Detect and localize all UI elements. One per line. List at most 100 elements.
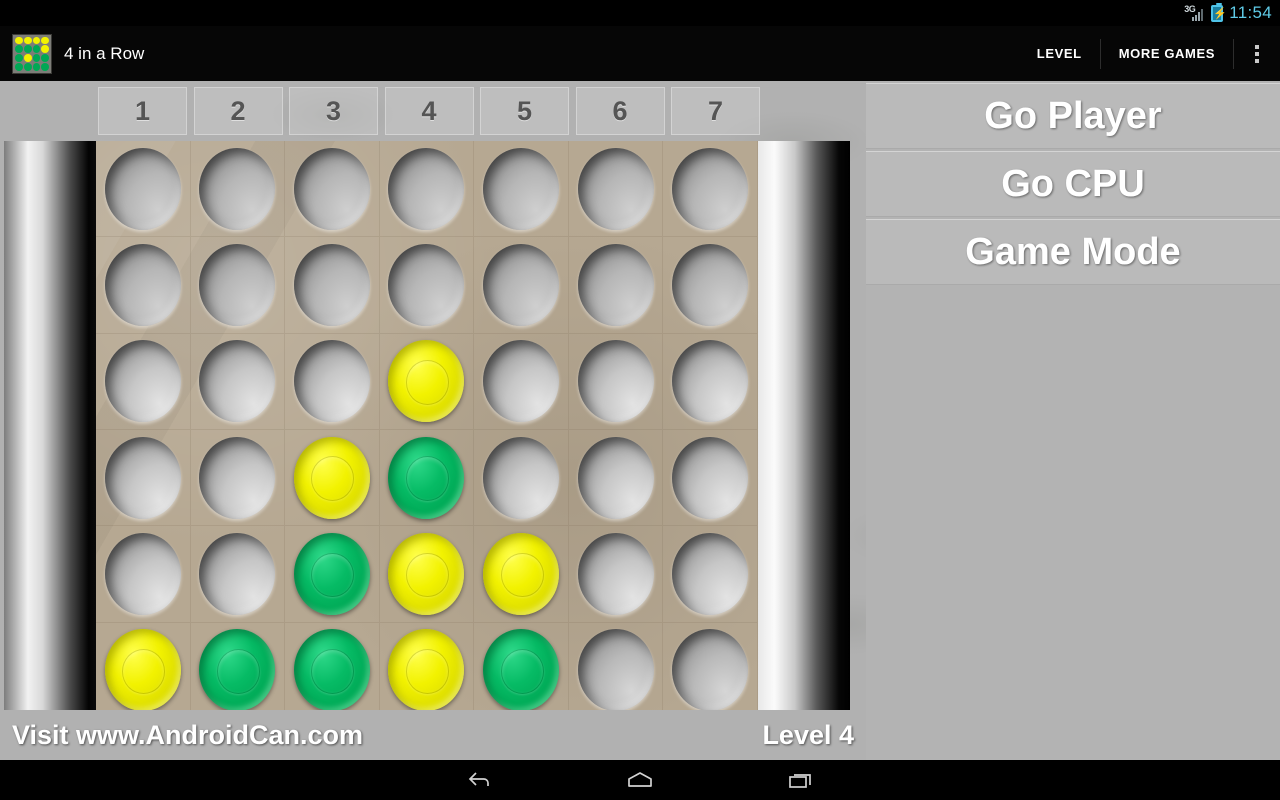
board-cell[interactable] [379,333,475,430]
empty-slot [483,436,560,519]
empty-slot [388,243,465,326]
app-icon-chip [41,62,49,71]
more-games-button[interactable]: MORE GAMES [1101,26,1233,81]
board-cell[interactable] [568,622,664,719]
board-cell[interactable] [285,622,380,719]
battery-charging-icon: ⚡ [1211,2,1227,22]
android-navigation-bar [0,760,1280,800]
empty-slot [672,147,749,230]
board-cell[interactable] [474,237,569,334]
empty-slot [104,243,181,326]
app-icon-chip [32,54,41,62]
empty-slot [199,147,276,230]
board-cell[interactable] [379,526,475,623]
empty-slot [672,340,749,423]
board-cell[interactable] [96,141,191,238]
column-button-2[interactable]: 2 [193,87,283,135]
board-cell[interactable] [379,430,475,527]
yellow-chip [388,629,465,712]
column-button-1[interactable]: 1 [98,87,187,135]
back-arrow-icon[interactable] [463,767,497,793]
empty-slot [104,532,181,615]
board-cell[interactable] [568,526,664,623]
game-content-area: 1234567 Visit www.AndroidCan.com Level 4… [0,81,1280,760]
side-panel: Go Player Go CPU Game Mode [866,81,1280,760]
column-button-7[interactable]: 7 [671,87,760,135]
empty-slot [199,340,276,423]
level-button[interactable]: LEVEL [1019,26,1100,81]
empty-slot [199,436,276,519]
column-button-6[interactable]: 6 [575,87,665,135]
go-player-button[interactable]: Go Player [866,83,1280,149]
app-icon-chip [32,45,41,53]
game-mode-button[interactable]: Game Mode [866,219,1280,285]
board-cell[interactable] [379,237,475,334]
board-cell[interactable] [96,526,191,623]
board-cell[interactable] [190,430,286,527]
empty-slot [577,532,654,615]
app-title: 4 in a Row [64,43,145,63]
app-icon-chip [15,45,23,53]
board-cell[interactable] [474,430,569,527]
board-cell[interactable] [285,430,380,527]
column-button-5[interactable]: 5 [480,87,569,135]
board-cell[interactable] [663,333,758,430]
empty-slot [577,436,654,519]
home-icon[interactable] [623,767,657,793]
recent-apps-icon[interactable] [783,767,817,793]
column-button-3[interactable]: 3 [289,87,378,135]
board-cell[interactable] [474,141,569,238]
visit-website-text: Visit www.AndroidCan.com [12,719,364,750]
empty-slot [293,340,370,423]
column-button-4[interactable]: 4 [384,87,474,135]
board-cell[interactable] [285,526,380,623]
empty-slot [483,340,560,423]
device-screen: 3G ⚡ 11:54 4 in a Row LEVEL MORE GAMES 1… [0,0,1280,800]
board-cell[interactable] [190,141,286,238]
empty-slot [199,532,276,615]
empty-slot [672,436,749,519]
action-bar: 4 in a Row LEVEL MORE GAMES [0,26,1280,81]
board-cell[interactable] [285,141,380,238]
board-cell[interactable] [474,526,569,623]
empty-slot [293,147,370,230]
board-cell[interactable] [96,237,191,334]
board-cell[interactable] [663,622,758,719]
board-cell[interactable] [568,430,664,527]
yellow-chip [388,340,465,423]
four-in-a-row-app-icon[interactable] [12,33,52,74]
board-cell[interactable] [379,622,475,719]
board-cell[interactable] [568,333,664,430]
board-cell[interactable] [190,333,286,430]
board-cell[interactable] [474,333,569,430]
board-cell[interactable] [190,622,286,719]
level-indicator: Level 4 [762,719,854,750]
board-cell[interactable] [663,430,758,527]
yellow-chip [104,629,181,712]
board-cell[interactable] [663,141,758,238]
board-cell[interactable] [568,141,664,238]
overflow-menu-icon[interactable] [1234,26,1280,81]
board-cell[interactable] [285,237,380,334]
empty-slot [577,243,654,326]
empty-slot [199,243,276,326]
board-cell[interactable] [190,237,286,334]
board-cell[interactable] [379,141,475,238]
board-cell[interactable] [568,237,664,334]
app-icon-chip [41,54,49,62]
board-cell[interactable] [285,333,380,430]
connect-four-grid[interactable] [96,141,758,719]
go-cpu-button[interactable]: Go CPU [866,151,1280,217]
app-icon-chip [23,45,32,53]
board-cell[interactable] [474,622,569,719]
board-cell[interactable] [96,430,191,527]
green-chip [293,532,370,615]
app-icon-chip [23,54,32,62]
app-icon-chip [15,62,23,71]
board-cell[interactable] [96,333,191,430]
board-cell[interactable] [663,237,758,334]
board-cell[interactable] [663,526,758,623]
board-cell[interactable] [190,526,286,623]
board-cell[interactable] [96,622,191,719]
board-post-right [758,141,850,721]
